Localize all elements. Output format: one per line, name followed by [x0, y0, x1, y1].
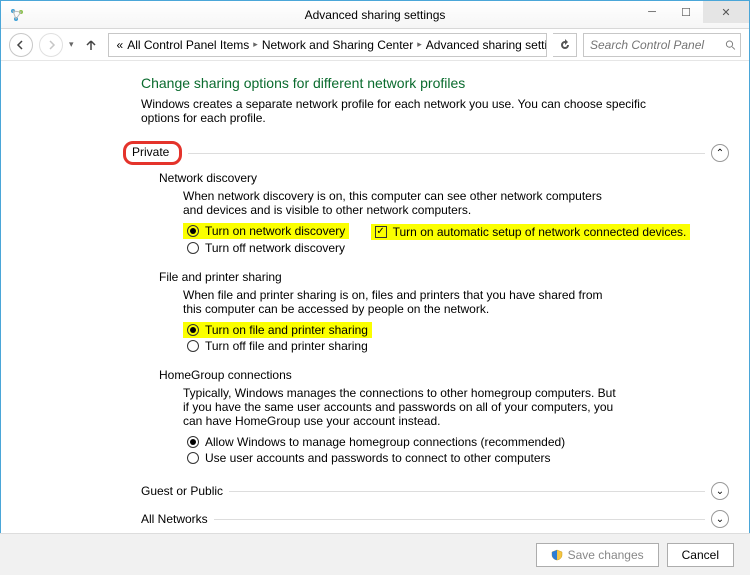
radio-icon	[187, 225, 199, 237]
homegroup-title: HomeGroup connections	[159, 368, 729, 382]
address-bar[interactable]: « All Control Panel Items ▸ Network and …	[108, 33, 547, 57]
homegroup-desc: Typically, Windows manages the connectio…	[183, 386, 623, 428]
check-icon	[375, 226, 387, 238]
radio-file-printer-on[interactable]: Turn on file and printer sharing	[183, 322, 372, 338]
file-printer-desc: When file and printer sharing is on, fil…	[183, 288, 623, 316]
chevron-right-icon: ▸	[253, 39, 258, 50]
radio-file-printer-off[interactable]: Turn off file and printer sharing	[183, 338, 729, 354]
back-button[interactable]	[9, 33, 33, 57]
forward-button[interactable]	[39, 33, 63, 57]
profile-header-guest[interactable]: Guest or Public ⌄	[141, 482, 729, 500]
up-button[interactable]	[80, 34, 102, 56]
radio-network-discovery-off[interactable]: Turn off network discovery	[183, 240, 729, 256]
radio-icon	[187, 242, 199, 254]
history-caret-icon[interactable]: ▾	[69, 39, 74, 50]
radio-homegroup-allow[interactable]: Allow Windows to manage homegroup connec…	[183, 434, 729, 450]
search-input[interactable]	[588, 37, 721, 53]
file-printer-title: File and printer sharing	[159, 270, 729, 284]
file-printer-section: File and printer sharing When file and p…	[159, 270, 729, 354]
radio-network-discovery-on[interactable]: Turn on network discovery	[183, 223, 349, 239]
arrow-up-icon	[84, 38, 98, 52]
search-box[interactable]	[583, 33, 741, 57]
divider	[229, 491, 705, 492]
radio-icon	[187, 340, 199, 352]
private-callout: Private	[123, 141, 182, 165]
close-button[interactable]: ✕	[703, 1, 749, 23]
refresh-icon	[559, 39, 571, 51]
chevron-up-icon[interactable]: ⌃	[711, 144, 729, 162]
search-icon	[725, 39, 736, 51]
page-subtitle: Windows creates a separate network profi…	[141, 97, 657, 125]
checkbox-auto-setup[interactable]: Turn on automatic setup of network conne…	[371, 224, 691, 240]
chevron-down-icon[interactable]: ⌄	[711, 482, 729, 500]
profile-header-all[interactable]: All Networks ⌄	[141, 510, 729, 528]
footer-bar: Save changes Cancel	[0, 533, 750, 575]
cancel-button[interactable]: Cancel	[667, 543, 734, 567]
breadcrumb-prefix[interactable]: «	[117, 38, 124, 52]
profile-header-private[interactable]: Private ⌃	[141, 141, 729, 165]
profile-label-guest: Guest or Public	[141, 484, 223, 498]
radio-homegroup-user[interactable]: Use user accounts and passwords to conne…	[183, 450, 729, 466]
nav-toolbar: ▾ « All Control Panel Items ▸ Network an…	[1, 29, 749, 61]
content-area: Change sharing options for different net…	[1, 61, 749, 542]
profile-label-private: Private	[132, 145, 169, 159]
radio-icon	[187, 324, 199, 336]
minimize-button[interactable]: ─	[635, 1, 669, 23]
homegroup-section: HomeGroup connections Typically, Windows…	[159, 368, 729, 466]
network-icon	[9, 7, 25, 23]
page-title: Change sharing options for different net…	[141, 75, 729, 91]
network-discovery-section: Network discovery When network discovery…	[159, 171, 729, 256]
arrow-left-icon	[16, 40, 26, 50]
breadcrumb-network-center: Network and Sharing Center ▸	[262, 38, 422, 52]
chevron-down-icon[interactable]: ⌄	[711, 510, 729, 528]
divider	[188, 153, 705, 154]
maximize-button[interactable]: ☐	[669, 1, 703, 23]
network-discovery-desc: When network discovery is on, this compu…	[183, 189, 623, 217]
network-discovery-title: Network discovery	[159, 171, 729, 185]
radio-icon	[187, 436, 199, 448]
arrow-right-icon	[46, 40, 56, 50]
shield-icon	[551, 549, 563, 561]
breadcrumb-advanced-sharing: Advanced sharing settings	[426, 38, 547, 52]
radio-icon	[187, 452, 199, 464]
divider	[214, 519, 705, 520]
chevron-right-icon: ▸	[417, 39, 422, 50]
breadcrumb-control-panel: All Control Panel Items ▸	[127, 38, 258, 52]
title-bar: Advanced sharing settings ─ ☐ ✕	[1, 1, 749, 29]
save-changes-button[interactable]: Save changes	[536, 543, 659, 567]
refresh-button[interactable]	[553, 33, 577, 57]
profile-label-all: All Networks	[141, 512, 208, 526]
